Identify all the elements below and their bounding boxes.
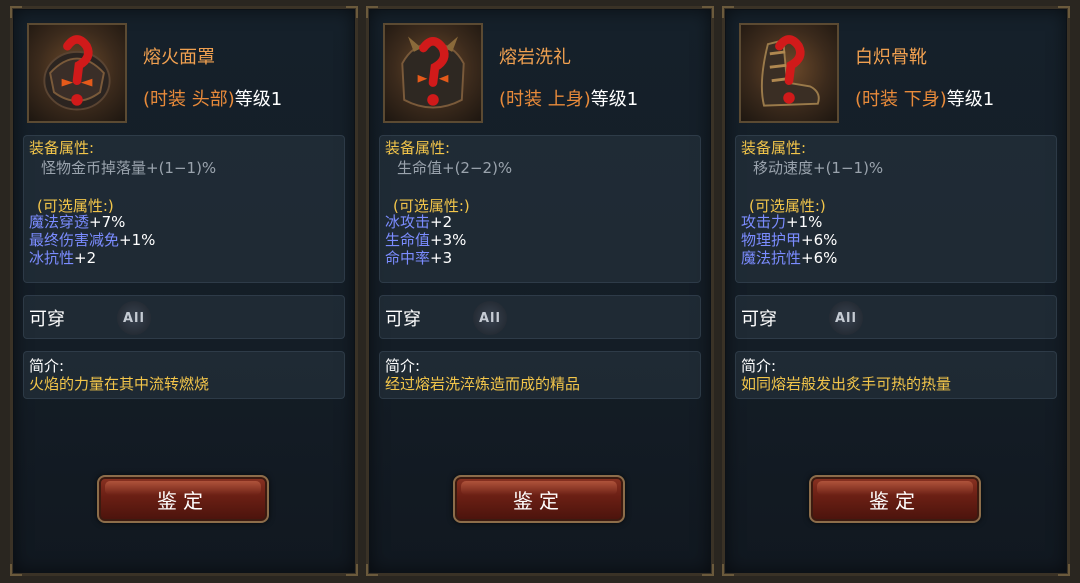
- lava-mask-icon[interactable]: [27, 23, 127, 123]
- optional-attribute: 冰攻击+2: [385, 213, 452, 231]
- frame-corner: [702, 564, 714, 576]
- frame-corner: [702, 6, 714, 18]
- item-type: (时装 下身)等级1: [855, 85, 994, 111]
- item-card-2: 熔岩洗礼 (时装 上身)等级1 装备属性: 生命值+(2−2)% (可选属性:)…: [366, 6, 714, 576]
- frame-corner: [366, 6, 378, 18]
- type-suffix: ): [939, 89, 947, 110]
- intro-section: 简介: 火焰的力量在其中流转燃烧: [23, 351, 345, 399]
- opt-value: +6%: [801, 249, 838, 267]
- opt-value: +2: [74, 249, 97, 267]
- opt-value: +2: [430, 213, 453, 231]
- base-attribute: 怪物金币掉落量+(1−1)%: [41, 159, 217, 177]
- optional-attribute: 魔法穿透+7%: [29, 213, 125, 231]
- opt-name: 生命值: [385, 231, 431, 249]
- optional-attribute: 攻击力+1%: [741, 213, 822, 231]
- wearable-section: 可穿 All: [735, 295, 1057, 339]
- intro-text: 如同熔岩般发出炙手可热的热量: [741, 375, 952, 393]
- item-level: 等级1: [590, 89, 639, 110]
- wearable-label: 可穿: [385, 309, 421, 330]
- frame-corner: [346, 6, 358, 18]
- wearable-label: 可穿: [29, 309, 65, 330]
- opt-name: 魔法穿透: [29, 213, 90, 231]
- frame-corner: [1058, 6, 1070, 18]
- type-prefix: (时装: [499, 89, 548, 110]
- wearable-label: 可穿: [741, 309, 777, 330]
- identify-button[interactable]: 鉴定: [809, 475, 981, 523]
- bone-boots-icon[interactable]: [739, 23, 839, 123]
- optional-attribute: 物理护甲+6%: [741, 231, 837, 249]
- attr-title: 装备属性:: [29, 139, 95, 157]
- opt-name: 攻击力: [741, 213, 787, 231]
- attr-title: 装备属性:: [385, 139, 451, 157]
- opt-value: +3: [430, 249, 453, 267]
- optional-attribute: 命中率+3: [385, 249, 452, 267]
- intro-text: 经过熔岩洗淬炼造而成的精品: [385, 375, 581, 393]
- frame-corner: [10, 6, 22, 18]
- class-all-badge[interactable]: All: [473, 301, 507, 335]
- opt-name: 冰攻击: [385, 213, 431, 231]
- opt-name: 物理护甲: [741, 231, 802, 249]
- item-name: 熔岩洗礼: [499, 47, 571, 68]
- item-level: 等级1: [234, 89, 283, 110]
- type-slot: 下身: [903, 89, 940, 110]
- wearable-section: 可穿 All: [23, 295, 345, 339]
- type-prefix: (时装: [143, 89, 192, 110]
- frame-corner: [1058, 564, 1070, 576]
- item-name: 熔火面罩: [143, 47, 215, 68]
- item-type: (时装 头部)等级1: [143, 85, 282, 111]
- opt-value: +3%: [430, 231, 467, 249]
- optional-attribute: 生命值+3%: [385, 231, 466, 249]
- intro-section: 简介: 如同熔岩般发出炙手可热的热量: [735, 351, 1057, 399]
- item-card-1: 熔火面罩 (时装 头部)等级1 装备属性: 怪物金币掉落量+(1−1)% (可选…: [10, 6, 358, 576]
- type-suffix: ): [227, 89, 235, 110]
- intro-text: 火焰的力量在其中流转燃烧: [29, 375, 210, 393]
- optional-attribute: 最终伤害减免+1%: [29, 231, 155, 249]
- item-type: (时装 上身)等级1: [499, 85, 638, 111]
- opt-value: +6%: [801, 231, 838, 249]
- item-level: 等级1: [946, 89, 995, 110]
- frame-corner: [722, 564, 734, 576]
- item-card-3: 白炽骨靴 (时装 下身)等级1 装备属性: 移动速度+(1−1)% (可选属性:…: [722, 6, 1070, 576]
- optional-attribute: 冰抗性+2: [29, 249, 96, 267]
- opt-name: 魔法抗性: [741, 249, 802, 267]
- type-suffix: ): [583, 89, 591, 110]
- attributes-section: 装备属性: 移动速度+(1−1)% (可选属性:) 攻击力+1% 物理护甲+6%…: [735, 135, 1057, 283]
- opt-name: 命中率: [385, 249, 431, 267]
- type-slot: 上身: [547, 89, 584, 110]
- wearable-section: 可穿 All: [379, 295, 701, 339]
- opt-value: +1%: [119, 231, 156, 249]
- identify-button[interactable]: 鉴定: [97, 475, 269, 523]
- opt-value: +1%: [786, 213, 823, 231]
- type-slot: 头部: [191, 89, 228, 110]
- identify-button[interactable]: 鉴定: [453, 475, 625, 523]
- frame-corner: [722, 6, 734, 18]
- class-all-badge[interactable]: All: [829, 301, 863, 335]
- class-all-badge[interactable]: All: [117, 301, 151, 335]
- frame-corner: [10, 564, 22, 576]
- base-attribute: 移动速度+(1−1)%: [753, 159, 884, 177]
- attributes-section: 装备属性: 生命值+(2−2)% (可选属性:) 冰攻击+2 生命值+3% 命中…: [379, 135, 701, 283]
- type-prefix: (时装: [855, 89, 904, 110]
- frame-corner: [346, 564, 358, 576]
- attr-title: 装备属性:: [741, 139, 807, 157]
- item-name: 白炽骨靴: [855, 47, 927, 68]
- attributes-section: 装备属性: 怪物金币掉落量+(1−1)% (可选属性:) 魔法穿透+7% 最终伤…: [23, 135, 345, 283]
- lava-armor-icon[interactable]: [383, 23, 483, 123]
- optional-attribute: 魔法抗性+6%: [741, 249, 837, 267]
- intro-section: 简介: 经过熔岩洗淬炼造而成的精品: [379, 351, 701, 399]
- base-attribute: 生命值+(2−2)%: [397, 159, 513, 177]
- frame-corner: [366, 564, 378, 576]
- opt-value: +7%: [89, 213, 126, 231]
- opt-name: 最终伤害减免: [29, 231, 120, 249]
- opt-name: 冰抗性: [29, 249, 75, 267]
